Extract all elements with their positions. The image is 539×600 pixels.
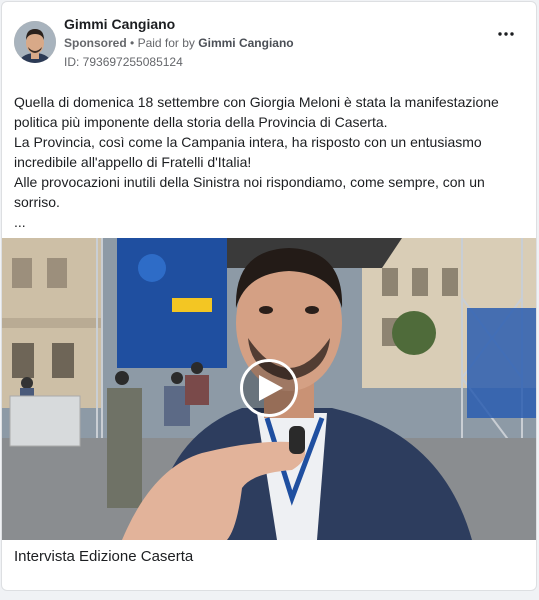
paid-for-prefix: Paid for by — [137, 36, 195, 50]
author-avatar[interactable] — [14, 21, 56, 63]
author-name[interactable]: Gimmi Cangiano — [64, 16, 175, 32]
post-text: Quella di domenica 18 settembre con Gior… — [14, 92, 524, 232]
meta-separator: • — [130, 36, 135, 50]
play-button[interactable] — [240, 359, 298, 417]
more-horizontal-icon — [498, 32, 514, 36]
post-text-line: La Provincia, così come la Campania inte… — [14, 134, 482, 170]
sponsorship-line: Sponsored • Paid for by Gimmi Cangiano — [64, 36, 294, 50]
play-icon — [259, 375, 283, 401]
video-player[interactable] — [2, 238, 536, 540]
post-header: Gimmi Cangiano Sponsored • Paid for by G… — [2, 2, 536, 82]
sponsored-label: Sponsored — [64, 36, 127, 50]
see-more-ellipsis[interactable]: ... — [14, 212, 524, 232]
post-text-line: Alle provocazioni inutili della Sinistra… — [14, 174, 485, 210]
paid-for-name[interactable]: Gimmi Cangiano — [198, 36, 293, 50]
post-text-line: Quella di domenica 18 settembre con Gior… — [14, 94, 499, 130]
avatar-image — [14, 21, 56, 63]
ad-id: ID: 793697255085124 — [64, 55, 183, 69]
video-caption[interactable]: Intervista Edizione Caserta — [14, 548, 193, 565]
more-options-button[interactable] — [494, 24, 518, 44]
ad-post-card: Gimmi Cangiano Sponsored • Paid for by G… — [1, 1, 537, 591]
